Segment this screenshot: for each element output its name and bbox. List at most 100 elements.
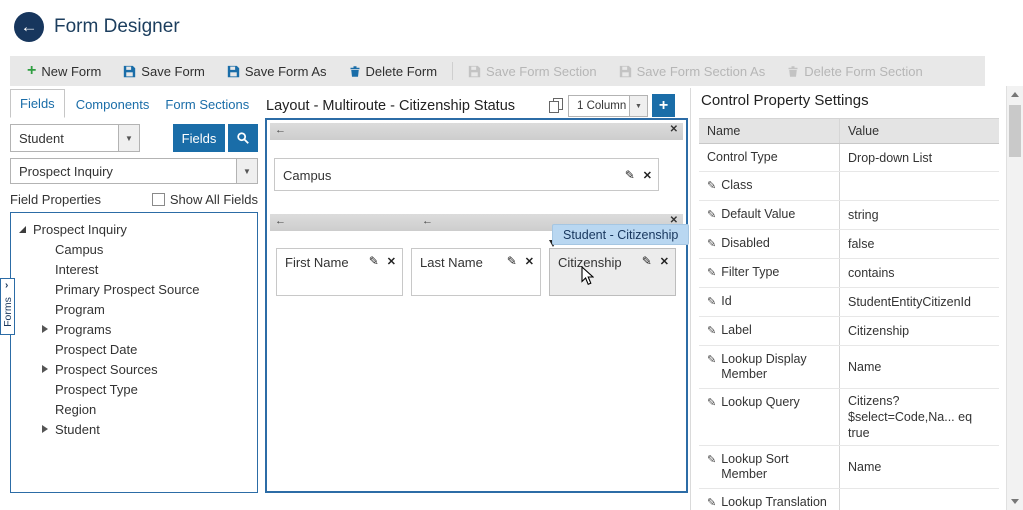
arrow-down-icon (1011, 499, 1019, 504)
tree-spacer (39, 263, 51, 275)
show-all-fields-toggle[interactable]: Show All Fields (152, 192, 258, 207)
tree-item-label: Prospect Sources (55, 362, 158, 377)
toolbar-button-label: Save Form (141, 64, 205, 79)
search-button[interactable] (228, 124, 258, 152)
remove-icon[interactable]: ✕ (387, 255, 396, 268)
tree-item-label: Campus (55, 242, 103, 257)
remove-icon[interactable]: ✕ (643, 169, 652, 182)
property-row-lookup-sort-member[interactable]: ✎Lookup Sort MemberName (699, 446, 999, 489)
tree-item-program[interactable]: Program (39, 299, 257, 319)
scroll-up-button[interactable] (1007, 86, 1023, 103)
property-row-filter-type[interactable]: ✎Filter Typecontains (699, 259, 999, 288)
tree-item-prospect-date[interactable]: Prospect Date (39, 339, 257, 359)
tree-item-region[interactable]: Region (39, 399, 257, 419)
edit-icon[interactable]: ✎ (625, 168, 635, 182)
tree-root[interactable]: Prospect Inquiry (17, 219, 257, 239)
chevron-down-icon[interactable]: ▼ (629, 96, 647, 116)
tree-item-campus[interactable]: Campus (39, 239, 257, 259)
property-name: Disabled (721, 236, 770, 251)
chevron-down-icon[interactable]: ▼ (236, 159, 257, 183)
property-value-cell: contains (839, 259, 999, 287)
back-button[interactable]: ← (14, 12, 44, 42)
remove-icon[interactable]: ✕ (525, 255, 534, 268)
tree-item-prospect-type[interactable]: Prospect Type (39, 379, 257, 399)
fields-button[interactable]: Fields (173, 124, 225, 152)
properties-table-header: Name Value (699, 119, 999, 144)
expand-icon[interactable] (39, 363, 51, 375)
edit-icon[interactable]: ✎ (507, 254, 517, 268)
show-all-fields-checkbox[interactable] (152, 193, 165, 206)
tree-item-primary-prospect-source[interactable]: Primary Prospect Source (39, 279, 257, 299)
edit-icon[interactable]: ✎ (369, 254, 379, 268)
property-value-cell: false (839, 230, 999, 258)
property-row-disabled[interactable]: ✎Disabledfalse (699, 230, 999, 259)
properties-title: Control Property Settings (701, 92, 869, 109)
tree-item-programs[interactable]: Programs (39, 319, 257, 339)
column-dropdown[interactable]: 1 Column ▼ (568, 95, 648, 117)
edit-icon: ✎ (707, 324, 716, 339)
tree-item-prospect-sources[interactable]: Prospect Sources (39, 359, 257, 379)
edit-icon[interactable]: ✎ (642, 254, 652, 268)
section-header[interactable]: ← ✕ (270, 123, 683, 140)
expand-icon[interactable] (39, 323, 51, 335)
property-row-control-type[interactable]: Control TypeDrop-down List (699, 144, 999, 172)
expand-icon[interactable] (39, 423, 51, 435)
search-icon (236, 131, 250, 145)
add-section-button[interactable]: + (652, 94, 675, 117)
property-row-lookup-display-member[interactable]: ✎Lookup Display MemberName (699, 346, 999, 389)
property-value: Name (848, 359, 881, 375)
toolbar-button-delete-form[interactable]: Delete Form (338, 56, 449, 86)
property-row-label[interactable]: ✎LabelCitizenship (699, 317, 999, 346)
tab-form-sections[interactable]: Form Sections (160, 91, 254, 118)
property-value-cell: Citizenship (839, 317, 999, 345)
property-name-cell: Control Type (699, 144, 839, 171)
collapse-icon[interactable] (17, 223, 29, 235)
left-panel: FieldsComponentsForm Sections Student ▼ … (10, 88, 258, 493)
form-designer-page: ← Form Designer +New FormSave FormSave F… (0, 0, 1023, 510)
property-row-lookup-query[interactable]: ✎Lookup QueryCitizens?$select=Code,Na...… (699, 389, 999, 446)
tree-spacer (39, 343, 51, 355)
property-name: Lookup Display Member (721, 352, 835, 382)
copy-icon[interactable] (549, 98, 562, 112)
toolbar-button-save-form-section-as: Save Form Section As (608, 56, 777, 86)
field-citizenship[interactable]: Citizenship✎✕ (549, 248, 676, 296)
remove-icon[interactable]: ✕ (660, 255, 669, 268)
property-value-cell (839, 489, 999, 510)
tab-fields[interactable]: Fields (10, 89, 65, 118)
toolbar-button-save-form-as[interactable]: Save Form As (216, 56, 338, 86)
tab-components[interactable]: Components (71, 91, 155, 118)
entity-dropdown[interactable]: Student ▼ (10, 124, 140, 152)
trash-icon (787, 65, 799, 78)
save-icon (123, 65, 136, 78)
field-actions: ✎✕ (369, 254, 396, 268)
tree-item-label: Region (55, 402, 96, 417)
property-row-class[interactable]: ✎Class (699, 172, 999, 201)
property-row-id[interactable]: ✎IdStudentEntityCitizenId (699, 288, 999, 317)
edit-icon: ✎ (707, 396, 716, 411)
field-first-name[interactable]: First Name✎✕ (276, 248, 403, 296)
tree-item-student[interactable]: Student (39, 419, 257, 439)
tree-item-interest[interactable]: Interest (39, 259, 257, 279)
forms-vertical-tab[interactable]: › Forms (0, 278, 15, 335)
move-left-icon[interactable]: ← (275, 124, 286, 136)
form-dropdown[interactable]: Prospect Inquiry ▼ (10, 158, 258, 184)
arrow-up-icon (1011, 92, 1019, 97)
scrollbar-thumb[interactable] (1009, 105, 1021, 157)
vertical-scrollbar[interactable] (1006, 86, 1023, 510)
chevron-down-icon[interactable]: ▼ (118, 125, 139, 151)
move-left-icon[interactable]: ← (275, 215, 286, 227)
scroll-down-button[interactable] (1007, 493, 1023, 510)
field-campus[interactable]: Campus✎✕ (274, 158, 659, 191)
column-header-value: Value (839, 119, 999, 143)
close-icon[interactable]: ✕ (670, 124, 678, 135)
toolbar-button-new-form[interactable]: +New Form (16, 56, 112, 86)
property-row-lookup-translation-members[interactable]: ✎Lookup Translation Members (699, 489, 999, 510)
property-rows: Control TypeDrop-down List✎Class✎Default… (699, 144, 999, 510)
property-name: Lookup Sort Member (721, 452, 835, 482)
toolbar-button-save-form[interactable]: Save Form (112, 56, 216, 86)
property-row-default-value[interactable]: ✎Default Valuestring (699, 201, 999, 230)
tree-spacer (39, 383, 51, 395)
move-left-icon[interactable]: ← (422, 215, 433, 227)
layout-section-1: ← ✕ Campus✎✕ (270, 123, 683, 203)
field-last-name[interactable]: Last Name✎✕ (411, 248, 541, 296)
